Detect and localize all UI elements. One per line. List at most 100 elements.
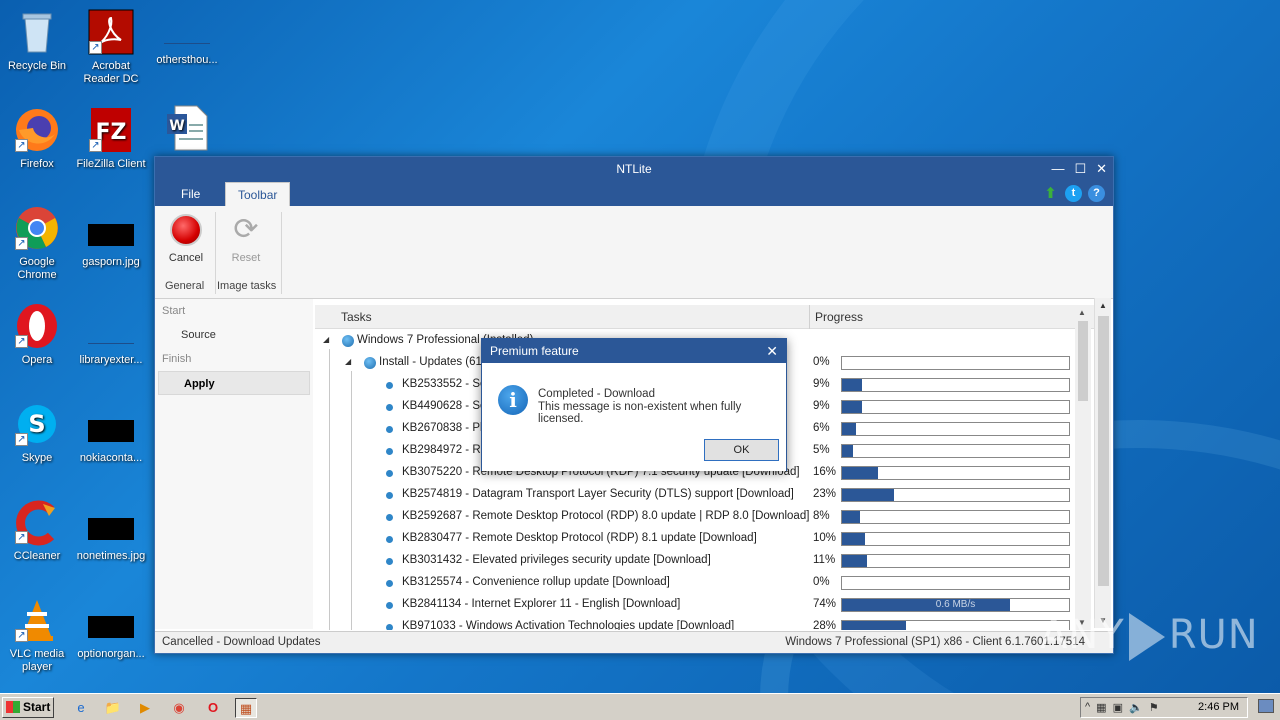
desktop-icon-skype[interactable]: S ↗ Skype [0, 400, 74, 465]
desktop-icon-nonetimes[interactable]: nonetimes.jpg [74, 504, 148, 563]
progress-fill [842, 555, 867, 567]
stop-icon [170, 214, 202, 246]
desktop-icon-othersthou[interactable]: othersthou... [150, 14, 224, 67]
window-scrollbar[interactable]: ▲ ▼ [1094, 298, 1111, 628]
desktop-icon-gasporn[interactable]: gasporn.jpg [74, 210, 148, 269]
taskbar: Start e 📁 ▶ ◉ O ▦ ^ ▦ ▣ 🔈 ⚑ 2:46 PM [0, 693, 1280, 720]
progress-fill [842, 423, 856, 435]
nav-item-source[interactable]: Source [155, 323, 313, 347]
twitter-icon[interactable]: t [1065, 185, 1082, 202]
progress-fill [842, 621, 906, 630]
tray-expand-icon[interactable]: ^ [1085, 701, 1090, 714]
start-button[interactable]: Start [2, 697, 54, 718]
nav-item-apply[interactable]: Apply [158, 371, 310, 395]
close-icon[interactable]: ✕ [1096, 157, 1107, 181]
chrome-taskbar-icon[interactable]: ◉ [168, 698, 190, 718]
desktop-icon-libraryexter[interactable]: libraryexter... [74, 308, 148, 367]
media-player-taskbar-icon[interactable]: ▶ [134, 698, 156, 718]
progress-percent: 5% [813, 444, 830, 456]
desktop-icon-nokiaconta[interactable]: nokiaconta... [74, 406, 148, 465]
table-row[interactable]: KB2574819 - Datagram Transport Layer Sec… [315, 484, 1081, 506]
status-dot-icon [386, 448, 393, 455]
status-dot-icon [386, 426, 393, 433]
desktop-icon-firefox[interactable]: ↗ Firefox [0, 106, 74, 171]
maximize-icon[interactable]: ☐ [1074, 157, 1086, 181]
network-status-icon[interactable]: ▣ [1113, 701, 1123, 714]
windows-flag-icon [6, 701, 20, 713]
desktop-icon-opera[interactable]: ↗ Opera [0, 302, 74, 367]
ccleaner-icon: ↗ [13, 498, 61, 546]
progress-percent: 28% [813, 620, 837, 630]
volume-icon[interactable]: 🔈 [1129, 701, 1143, 714]
clock[interactable]: 2:46 PM [1198, 701, 1239, 713]
reset-button[interactable]: ⟳ Reset [221, 214, 271, 265]
desktop-icon-label: CCleaner [13, 550, 61, 562]
opera-taskbar-icon[interactable]: O [202, 698, 224, 718]
progress-bar [841, 510, 1070, 524]
status-dot-icon [386, 602, 393, 609]
task-label: KB2670838 - Pla [402, 422, 489, 434]
scrollbar-thumb[interactable] [1078, 321, 1088, 401]
window-titlebar[interactable]: NTLite — ☐ ✕ [155, 157, 1113, 182]
dialog-titlebar[interactable]: Premium feature ✕ [482, 339, 786, 363]
collapse-triangle-icon[interactable]: ◢ [323, 335, 329, 344]
desktop-icon-google-chrome[interactable]: ↗ Google Chrome [0, 204, 74, 282]
dialog-close-icon[interactable]: ✕ [766, 339, 778, 363]
desktop-icon-ccleaner[interactable]: ↗ CCleaner [0, 498, 74, 563]
dialog-message-title: Completed - Download [538, 388, 655, 400]
desktop-icon-vlc[interactable]: ↗ VLC media player [0, 596, 74, 674]
progress-fill [842, 533, 865, 545]
status-dot-icon [342, 335, 354, 347]
minimize-icon[interactable]: — [1051, 157, 1064, 181]
menu-bar: File Toolbar ⬆ t ? [155, 182, 1113, 206]
column-header-tasks[interactable]: Tasks [341, 310, 372, 324]
desktop-icon-word-doc[interactable]: W [150, 104, 224, 156]
task-label: KB2984972 - Re [402, 444, 488, 456]
desktop-icon-optionorgan[interactable]: optionorgan... [74, 602, 148, 661]
table-row[interactable]: KB2592687 - Remote Desktop Protocol (RDP… [315, 506, 1081, 528]
table-row[interactable]: KB3031432 - Elevated privileges security… [315, 550, 1081, 572]
desktop-icon-recycle-bin[interactable]: Recycle Bin [0, 8, 74, 73]
task-label: KB2830477 - Remote Desktop Protocol (RDP… [402, 532, 757, 544]
progress-fill [842, 489, 895, 501]
task-label: KB2574819 - Datagram Transport Layer Sec… [402, 488, 794, 500]
ribbon: Cancel ⟳ Reset General Image tasks [155, 206, 1113, 299]
status-dot-icon [386, 514, 393, 521]
flag-icon[interactable]: ⚑ [1149, 701, 1159, 714]
table-row[interactable]: KB2841134 - Internet Explorer 11 - Engli… [315, 594, 1081, 616]
play-logo-icon [1128, 613, 1165, 661]
update-arrow-icon[interactable]: ⬆ [1042, 185, 1059, 202]
column-header-progress[interactable]: Progress [815, 310, 863, 324]
explorer-taskbar-icon[interactable]: 📁 [102, 698, 124, 718]
ie-taskbar-icon[interactable]: e [70, 698, 92, 718]
table-row[interactable]: KB2830477 - Remote Desktop Protocol (RDP… [315, 528, 1081, 550]
table-scrollbar[interactable]: ▲ ▼ [1075, 305, 1091, 630]
desktop-icon-label: optionorgan... [77, 648, 145, 660]
scroll-up-icon[interactable]: ▲ [1078, 308, 1086, 317]
word-document-icon: W [163, 104, 211, 152]
table-row[interactable]: KB3125574 - Convenience rollup update [D… [315, 572, 1081, 594]
desktop-icon-filezilla[interactable]: FZ ↗ FileZilla Client [74, 106, 148, 171]
show-desktop-button[interactable] [1258, 699, 1274, 713]
collapse-triangle-icon[interactable]: ◢ [345, 357, 351, 366]
cancel-button[interactable]: Cancel [161, 214, 211, 264]
system-tray: ^ ▦ ▣ 🔈 ⚑ 2:46 PM [1080, 697, 1248, 718]
desktop-icon-acrobat[interactable]: ↗ Acrobat Reader DC [74, 8, 148, 86]
scrollbar-thumb[interactable] [1098, 316, 1109, 586]
menu-toolbar[interactable]: Toolbar [225, 182, 291, 206]
firefox-icon: ↗ [13, 106, 61, 154]
scroll-up-icon[interactable]: ▲ [1099, 301, 1107, 310]
filezilla-icon: FZ ↗ [87, 106, 135, 154]
help-icon[interactable]: ? [1088, 185, 1105, 202]
desktop-icon-label: Acrobat Reader DC [83, 60, 139, 85]
table-row[interactable]: KB971033 - Windows Activation Technologi… [315, 616, 1081, 630]
menu-file[interactable]: File [169, 182, 212, 206]
ok-button[interactable]: OK [704, 439, 779, 461]
chrome-icon: ↗ [13, 204, 61, 252]
desktop-icon-label: nonetimes.jpg [76, 550, 146, 562]
progress-fill [842, 401, 863, 413]
network-icon[interactable]: ▦ [1096, 701, 1106, 714]
ntlite-taskbar-icon[interactable]: ▦ [235, 698, 257, 718]
desktop-icon-label: Skype [21, 452, 53, 464]
start-label: Start [23, 700, 51, 714]
